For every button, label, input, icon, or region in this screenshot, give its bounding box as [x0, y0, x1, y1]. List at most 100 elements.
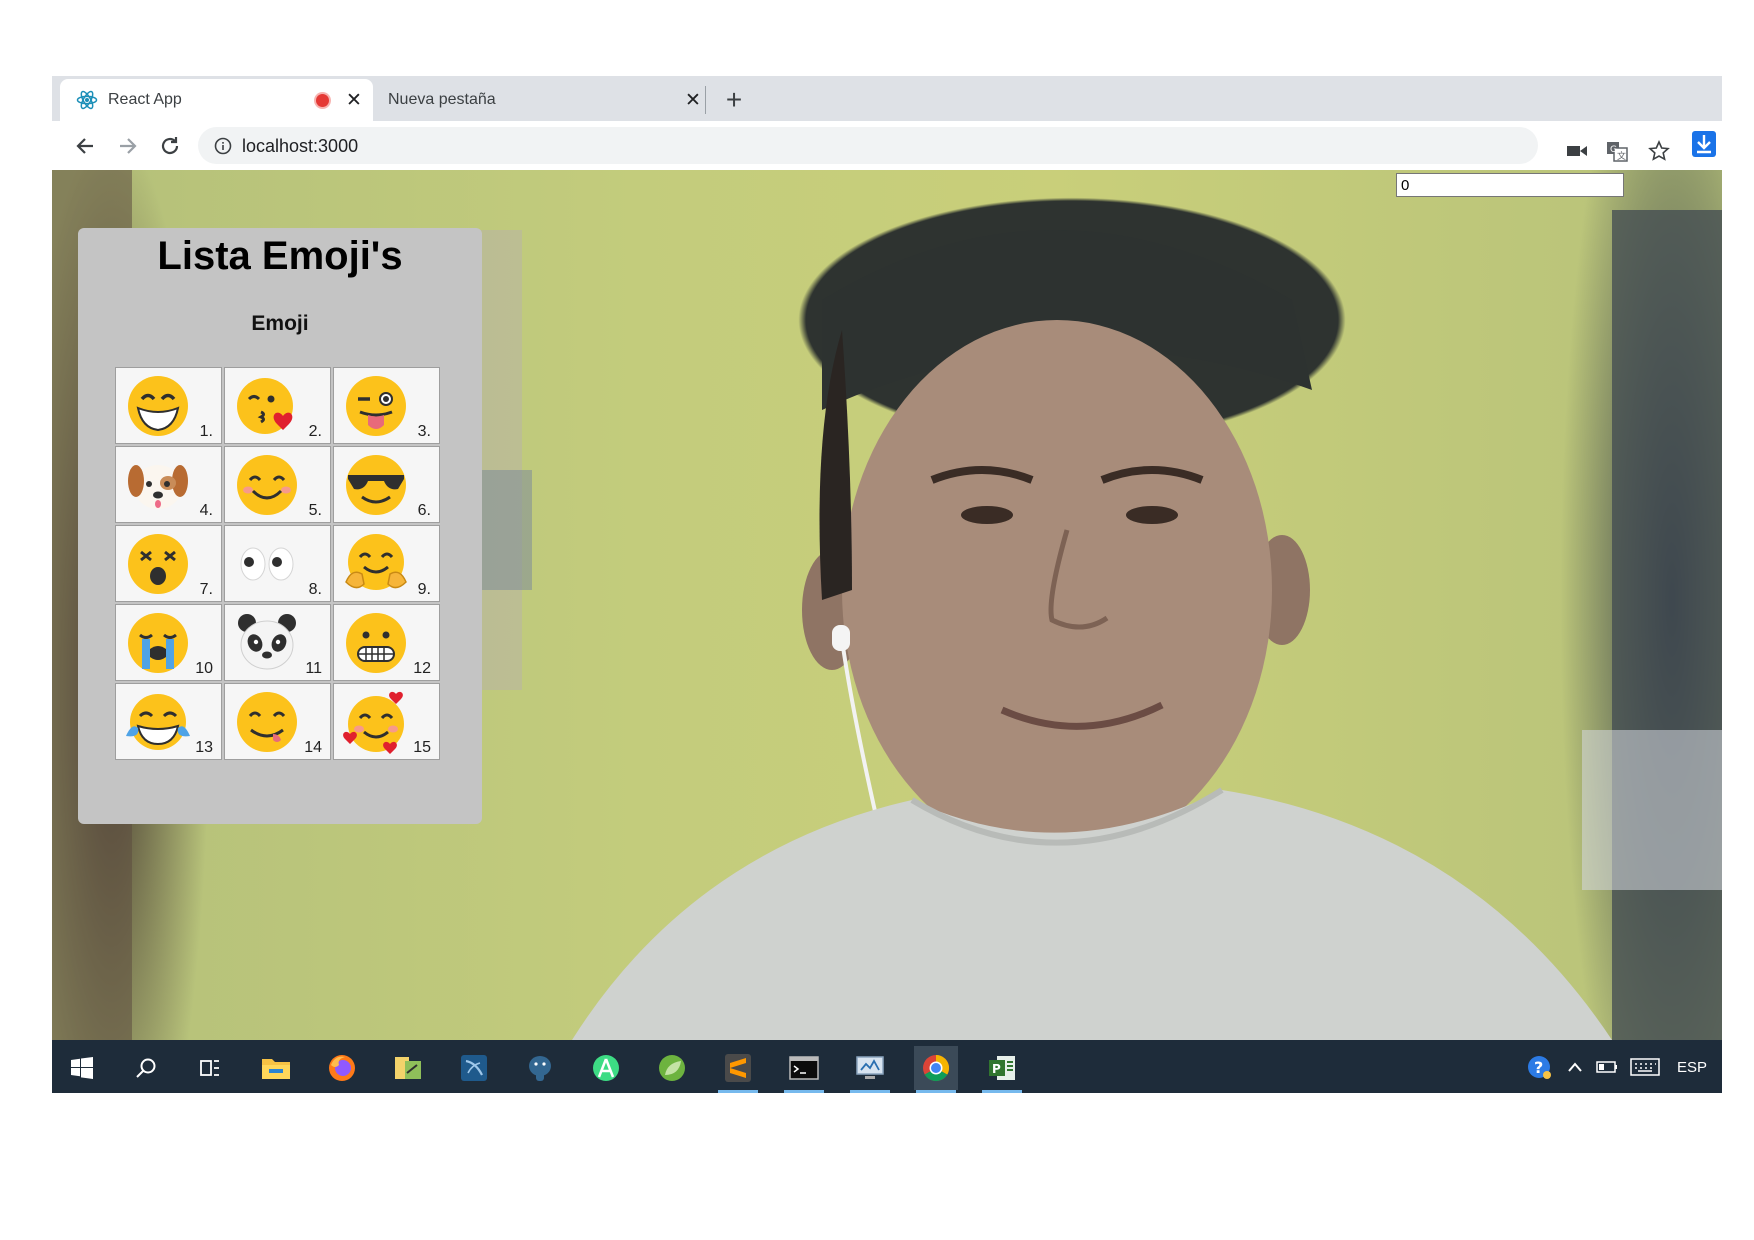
emoji-cell-4[interactable]: 4.: [115, 446, 222, 523]
emoji-cell-1[interactable]: 1.: [115, 367, 222, 444]
postgresql-button[interactable]: [518, 1046, 562, 1090]
emoji-number: 15: [413, 739, 431, 756]
help-icon[interactable]: ?: [1522, 1054, 1556, 1080]
tab-title: React App: [108, 91, 182, 108]
address-bar[interactable]: localhost:3000 G文: [198, 127, 1670, 164]
react-icon: [76, 89, 98, 111]
download-extension-icon[interactable]: [1692, 131, 1716, 157]
reload-button[interactable]: [153, 129, 187, 163]
tab-nueva-pestana[interactable]: Nueva pestaña ✕: [380, 79, 750, 121]
emoji-panel: Lista Emoji's Emoji 1. 2. 3. 4. 5. 6. 7.…: [78, 228, 482, 824]
emoji-number: 5.: [308, 502, 322, 519]
emoji-cell-9[interactable]: 9.: [333, 525, 440, 602]
battery-icon[interactable]: [1594, 1054, 1620, 1080]
emoji-cell-3[interactable]: 3.: [333, 367, 440, 444]
svg-text:P: P: [992, 1062, 1001, 1076]
windows-taskbar: P ? ESP: [52, 1040, 1722, 1093]
tab-react-app[interactable]: React App ✕: [60, 79, 373, 121]
new-tab-button[interactable]: +: [718, 84, 750, 116]
eyes-icon: [240, 547, 294, 581]
grinning-face-icon: [128, 376, 188, 436]
recording-indicator-icon: [316, 93, 329, 107]
tab-strip: React App ✕ Nueva pestaña ✕ +: [52, 76, 1722, 121]
remote-desktop-button[interactable]: [848, 1046, 892, 1093]
astonished-face-icon: [128, 534, 188, 594]
mysql-workbench-button[interactable]: [452, 1046, 496, 1090]
terminal-button[interactable]: [782, 1046, 826, 1093]
emoji-number: 8.: [308, 581, 322, 598]
hugging-face-icon: [345, 534, 407, 590]
emoji-cell-5[interactable]: 5.: [224, 446, 331, 523]
url-text: localhost:3000: [242, 136, 359, 156]
firefox-button[interactable]: [320, 1046, 364, 1090]
close-tab-icon[interactable]: ✕: [682, 89, 704, 111]
emoji-cell-14[interactable]: 14: [224, 683, 331, 760]
start-button[interactable]: [60, 1046, 104, 1090]
translate-icon[interactable]: G文: [1602, 136, 1632, 166]
emoji-number: 4.: [199, 502, 213, 519]
info-icon[interactable]: [214, 137, 232, 155]
browser-toolbar: localhost:3000 G文: [52, 121, 1722, 170]
emoji-number: 9.: [417, 581, 431, 598]
camera-icon[interactable]: [1562, 136, 1592, 166]
face-savoring-food-icon: [237, 692, 297, 752]
search-icon: [136, 1058, 156, 1078]
emoji-cell-10[interactable]: 10: [115, 604, 222, 681]
task-view-button[interactable]: [188, 1046, 232, 1090]
emoji-number: 3.: [417, 423, 431, 440]
forward-button[interactable]: [111, 129, 145, 163]
back-button[interactable]: [68, 129, 102, 163]
sublime-text-button[interactable]: [716, 1046, 760, 1093]
postgresql-icon: [529, 1056, 551, 1081]
emoji-cell-8[interactable]: 8.: [224, 525, 331, 602]
search-button[interactable]: [124, 1046, 168, 1090]
start-icon: [71, 1057, 93, 1079]
emoji-number: 2.: [308, 423, 322, 440]
emoji-cell-7[interactable]: 7.: [115, 525, 222, 602]
browser-window: React App ✕ Nueva pestaña ✕ + localhost:…: [52, 76, 1722, 1093]
bookmark-star-icon[interactable]: [1644, 136, 1674, 166]
emoji-cell-13[interactable]: 13: [115, 683, 222, 760]
remote-desktop-icon: [856, 1056, 884, 1079]
emoji-cell-6[interactable]: 6.: [333, 446, 440, 523]
svg-text:G: G: [1610, 145, 1617, 155]
loudly-crying-face-icon: [128, 613, 188, 673]
firefox-icon: [329, 1055, 355, 1081]
input-language-indicator[interactable]: ESP: [1672, 1054, 1712, 1080]
keyboard-icon[interactable]: [1628, 1054, 1662, 1080]
chevron-up-icon[interactable]: [1564, 1054, 1586, 1080]
emoji-number: 6.: [417, 502, 431, 519]
panel-title: Lista Emoji's: [157, 234, 403, 278]
emoji-number: 12: [413, 660, 431, 677]
close-tab-icon[interactable]: ✕: [343, 89, 365, 111]
chrome-button[interactable]: [914, 1046, 958, 1093]
panda-face-icon: [238, 614, 296, 670]
svg-text:文: 文: [1617, 150, 1626, 162]
winking-face-with-tongue-icon: [346, 376, 406, 436]
svg-text:?: ?: [1534, 1058, 1543, 1077]
app-button[interactable]: [386, 1046, 430, 1090]
project-button[interactable]: P: [980, 1046, 1024, 1093]
emoji-cell-2[interactable]: 2.: [224, 367, 331, 444]
android-studio-icon: [593, 1055, 619, 1081]
mysql-workbench-icon: [461, 1055, 487, 1081]
panel-subtitle: Emoji: [251, 312, 309, 335]
emoji-cell-12[interactable]: 12: [333, 604, 440, 681]
tab-title: Nueva pestaña: [388, 91, 496, 108]
emoji-number: 1.: [199, 423, 213, 440]
file-explorer-button[interactable]: [254, 1046, 298, 1090]
android-studio-button[interactable]: [584, 1046, 628, 1090]
emoji-cell-11[interactable]: 11: [224, 604, 331, 681]
smiling-face-with-sunglasses-icon: [346, 455, 406, 515]
smiling-face-with-smiling-eyes-icon: [237, 455, 297, 515]
emoji-cell-15[interactable]: 15: [333, 683, 440, 760]
file-explorer-icon: [262, 1059, 290, 1079]
reload-icon: [161, 137, 179, 155]
emoji-number: 7.: [199, 581, 213, 598]
emoji-number: 11: [305, 660, 322, 677]
page-viewport: Lista Emoji's Emoji 1.: [52, 170, 1722, 1040]
spring-tools-button[interactable]: [650, 1046, 694, 1090]
tab-separator: [705, 86, 706, 114]
emoji-number: 14: [304, 739, 322, 756]
counter-input[interactable]: [1396, 173, 1624, 197]
